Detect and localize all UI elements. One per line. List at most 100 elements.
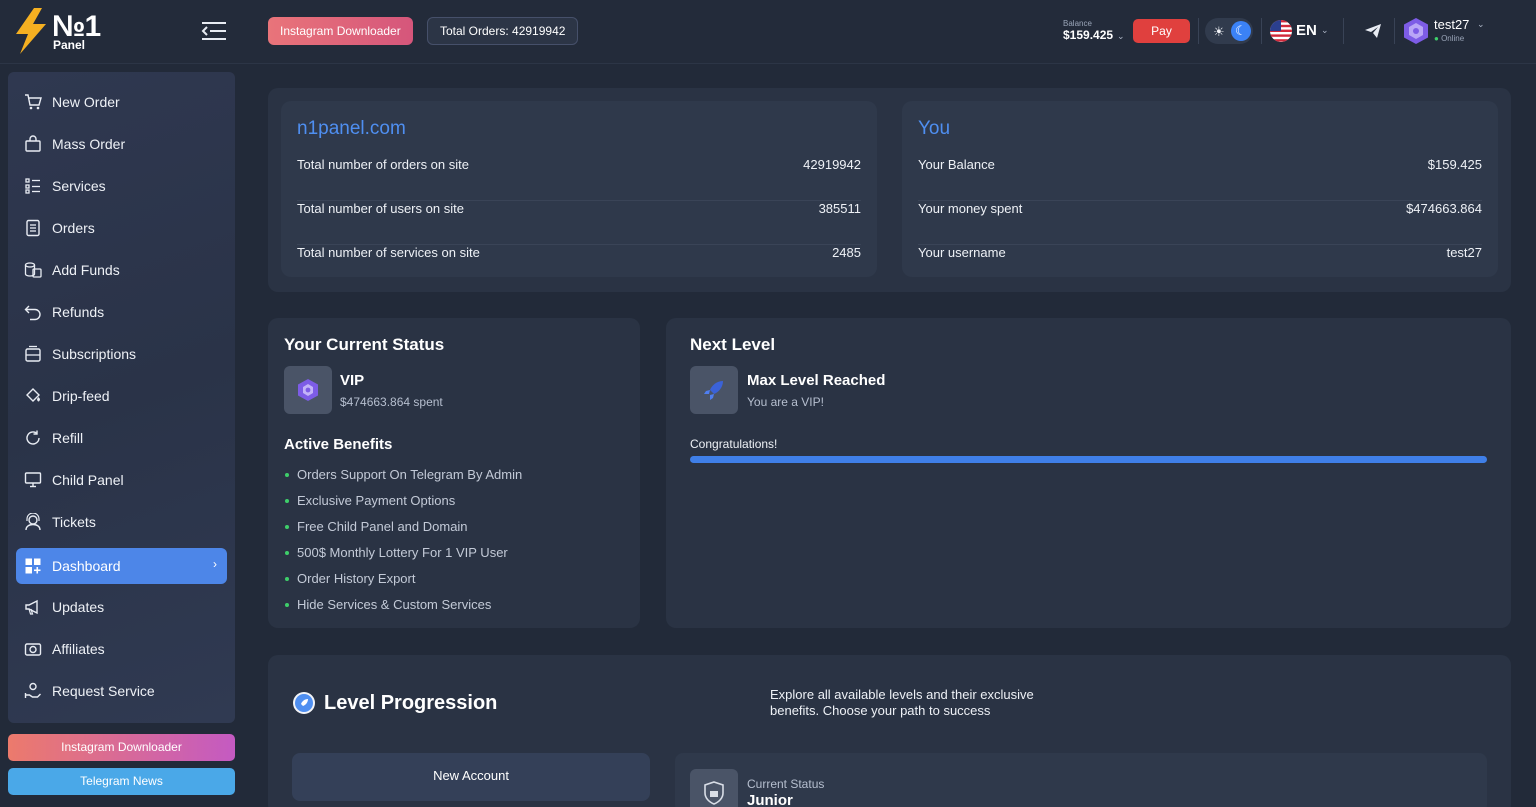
benefit-item: Order History Export: [284, 571, 416, 586]
sidebar-item-request-service[interactable]: Request Service: [16, 673, 227, 709]
sidebar-item-mass-order[interactable]: Mass Order: [16, 126, 227, 162]
sidebar-item-label: Child Panel: [52, 472, 124, 488]
chevron-right-icon: ›: [213, 557, 217, 571]
divider: [1198, 18, 1199, 44]
sidebar-item-services[interactable]: Services: [16, 168, 227, 204]
balance-label: Balance: [1063, 19, 1092, 28]
coins-icon: [24, 262, 42, 278]
username[interactable]: test27: [1434, 17, 1469, 32]
level-progression-title: Level Progression: [324, 692, 498, 714]
document-icon: [26, 219, 40, 237]
theme-toggle[interactable]: ☀ ☾: [1205, 18, 1253, 44]
sidebar-item-dashboard[interactable]: Dashboard ›: [16, 548, 227, 584]
sidebar-item-label: Refunds: [52, 304, 105, 320]
list-icon: [25, 178, 40, 194]
rocket-badge-icon: [293, 692, 315, 714]
next-level-title: Next Level: [690, 335, 776, 354]
instagram-downloader-sidebar-button[interactable]: Instagram Downloader: [8, 734, 235, 761]
total-orders-badge: Total Orders: 42919942: [427, 17, 579, 45]
balance-display[interactable]: Balance $159.425: [1063, 19, 1113, 42]
camera-icon: [24, 643, 42, 656]
refresh-icon: [26, 430, 40, 445]
stat-value: test27: [1446, 245, 1482, 260]
instagram-downloader-button[interactable]: Instagram Downloader: [268, 17, 413, 45]
current-status-value: Junior: [747, 792, 793, 807]
junior-badge: [690, 769, 738, 807]
sidebar-item-label: Request Service: [52, 683, 155, 699]
sidebar-item-add-funds[interactable]: Add Funds: [16, 252, 227, 288]
sidebar-item-affiliates[interactable]: Affiliates: [16, 631, 227, 667]
balance-value: $159.425: [1063, 28, 1114, 42]
max-level-sub: You are a VIP!: [747, 395, 824, 409]
you-stats-row: Your money spent $474663.864: [918, 201, 1482, 245]
sidebar-item-subscriptions[interactable]: Subscriptions: [16, 336, 227, 372]
sidebar-item-child-panel[interactable]: Child Panel: [16, 462, 227, 498]
sidebar-item-orders[interactable]: Orders: [16, 210, 227, 246]
sidebar-item-drip-feed[interactable]: Drip-feed: [16, 378, 227, 414]
divider: [1343, 18, 1344, 44]
us-flag-icon[interactable]: [1270, 20, 1292, 42]
chevron-down-icon[interactable]: ⌄: [1477, 19, 1485, 30]
sidebar-item-updates[interactable]: Updates: [16, 589, 227, 625]
sidebar-item-tickets[interactable]: Tickets: [16, 504, 227, 540]
you-stats-row: Your Balance $159.425: [918, 157, 1482, 201]
max-level-name: Max Level Reached: [747, 372, 886, 389]
sidebar-item-label: Updates: [52, 599, 105, 615]
status-spent: $474663.864 spent: [340, 395, 443, 409]
divider: [1261, 18, 1262, 44]
user-status: ● Online: [1434, 34, 1464, 43]
inbox-icon: [25, 345, 41, 362]
support-agent-icon: [25, 513, 41, 531]
stat-label: Total number of users on site: [297, 201, 464, 216]
active-benefits-title: Active Benefits: [284, 436, 393, 453]
benefit-item: Exclusive Payment Options: [284, 493, 456, 508]
stat-label: Total number of services on site: [297, 245, 480, 260]
new-account-tab[interactable]: New Account: [292, 753, 650, 801]
sidebar-item-label: Services: [52, 178, 106, 194]
user-status-text: Online: [1441, 34, 1465, 43]
sidebar-item-new-order[interactable]: New Order: [16, 84, 227, 120]
moon-icon: ☾: [1235, 23, 1247, 38]
vip-badge: [284, 366, 332, 414]
logo[interactable]: №1 Panel: [14, 8, 124, 56]
telegram-news-button[interactable]: Telegram News: [8, 768, 235, 795]
lightning-icon: [16, 8, 46, 54]
site-stats-title[interactable]: n1panel.com: [297, 118, 406, 140]
stat-label: Your Balance: [918, 157, 995, 172]
you-stats-row: Your username test27: [918, 245, 1482, 289]
sidebar-item-label: Drip-feed: [52, 388, 110, 404]
paint-bucket-icon: [26, 388, 40, 402]
sidebar-item-label: Add Funds: [52, 262, 120, 278]
top-bar: №1 Panel Instagram Downloader Total Orde…: [0, 0, 1536, 64]
telegram-icon[interactable]: [1364, 22, 1382, 40]
sidebar-item-label: Mass Order: [52, 136, 126, 152]
status-level: VIP: [340, 372, 365, 389]
sidebar-item-label: New Order: [52, 94, 120, 110]
sun-icon: ☀: [1213, 24, 1225, 39]
sidebar-item-label: Affiliates: [52, 641, 105, 657]
benefit-item: Hide Services & Custom Services: [284, 597, 492, 612]
pay-button[interactable]: Pay: [1133, 19, 1190, 43]
sidebar-item-label: Tickets: [52, 514, 96, 530]
stat-label: Total number of orders on site: [297, 157, 469, 172]
level-progression-description: Explore all available levels and their e…: [770, 687, 1034, 718]
congratulations-text: Congratulations!: [690, 437, 778, 451]
cart-icon: [25, 94, 42, 110]
site-stats-row: Total number of users on site 385511: [297, 201, 861, 245]
chevron-down-icon[interactable]: ⌄: [1321, 25, 1329, 36]
language-selector[interactable]: EN: [1296, 22, 1317, 39]
chevron-down-icon[interactable]: ⌄: [1117, 31, 1125, 42]
avatar[interactable]: [1403, 17, 1429, 45]
sidebar-item-label: Subscriptions: [52, 346, 137, 362]
undo-icon: [24, 305, 41, 321]
you-stats-title: You: [918, 118, 951, 139]
benefit-item: 500$ Monthly Lottery For 1 VIP User: [285, 545, 508, 560]
menu-toggle-icon[interactable]: [200, 20, 228, 42]
shield-icon: [704, 781, 724, 805]
hand-service-icon: [24, 682, 41, 698]
sidebar-item-refill[interactable]: Refill: [16, 420, 227, 456]
sidebar-item-refunds[interactable]: Refunds: [16, 294, 227, 330]
stat-value: $474663.864: [1406, 201, 1482, 216]
stat-value: 385511: [818, 201, 861, 216]
benefit-item: Orders Support On Telegram By Admin: [284, 467, 523, 482]
